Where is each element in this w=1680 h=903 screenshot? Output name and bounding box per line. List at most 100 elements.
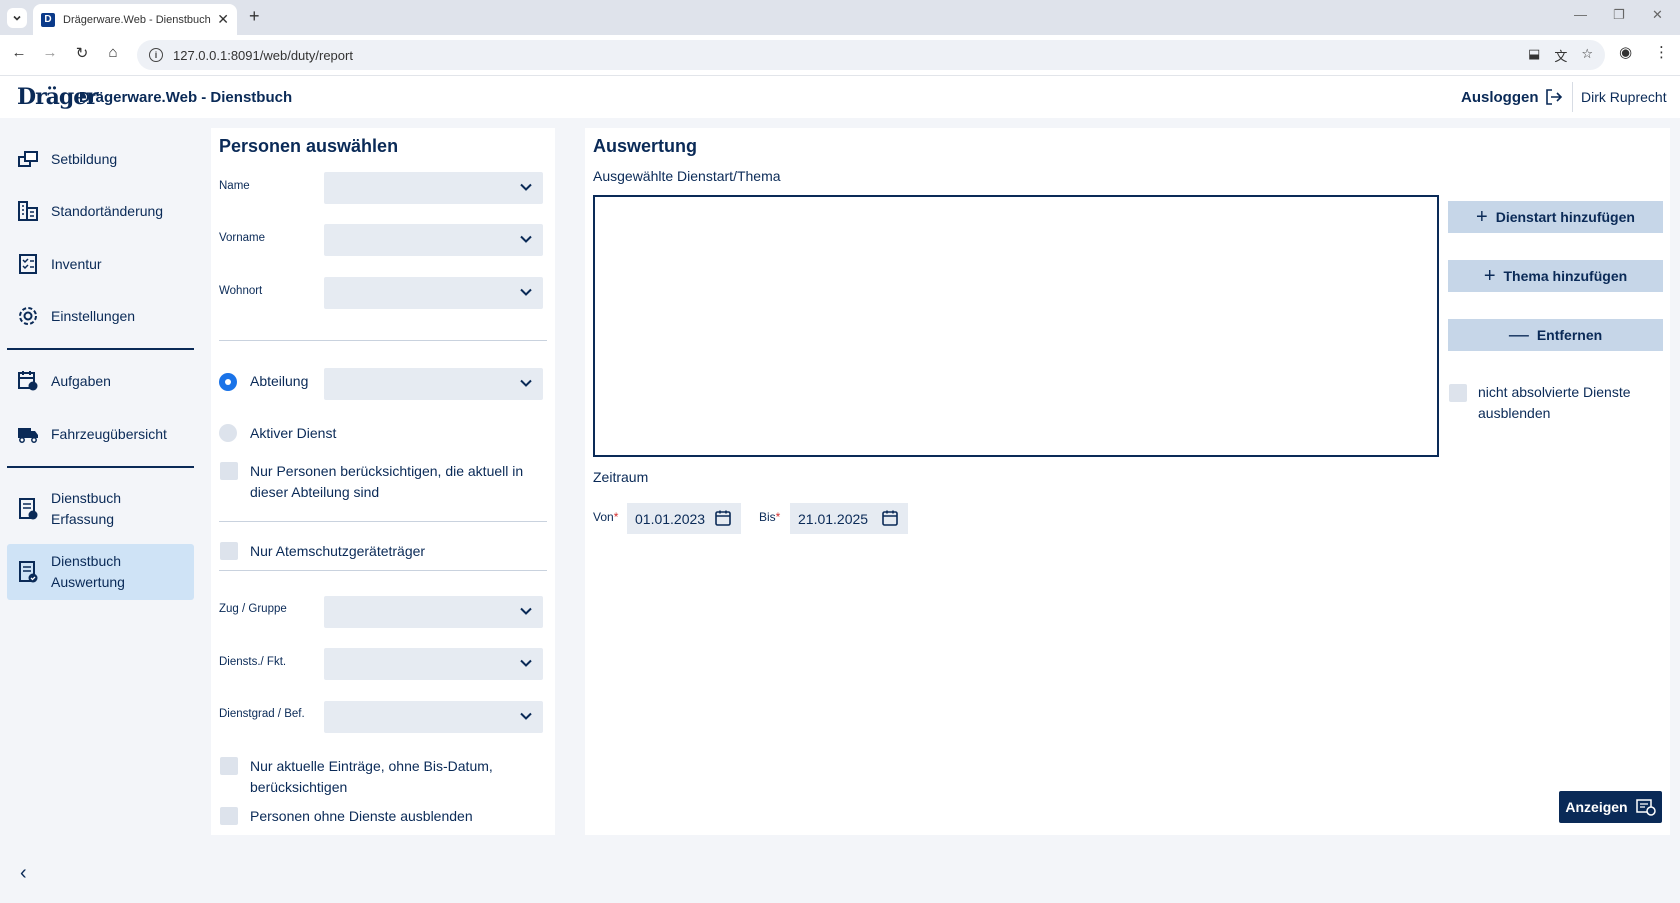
collapse-sidebar-icon[interactable]: ‹ <box>20 862 27 885</box>
chevron-down-icon <box>520 288 532 296</box>
back-icon[interactable]: ← <box>8 44 30 61</box>
calendar-task-icon <box>17 370 39 392</box>
install-app-icon[interactable]: ⬓ <box>1528 46 1540 65</box>
browser-menu-icon[interactable]: ⋮ <box>1654 43 1669 61</box>
bis-date-input[interactable]: 21.01.2025 <box>790 503 908 534</box>
chevron-down-icon <box>520 659 532 667</box>
divider <box>219 521 547 522</box>
sidebar-item-dienstbuch-erfassung[interactable]: Dienstbuch Erfassung <box>7 488 194 530</box>
truck-icon <box>17 423 39 445</box>
aktiver-dienst-radio[interactable] <box>219 424 237 442</box>
von-label: Von* <box>593 510 619 524</box>
vorname-select[interactable] <box>324 224 543 256</box>
selected-types-list[interactable] <box>593 195 1439 457</box>
forward-icon[interactable]: → <box>39 44 61 61</box>
sidebar-item-inventur[interactable]: Inventur <box>7 249 194 279</box>
add-dienstart-label: Dienstart hinzufügen <box>1495 209 1635 225</box>
aktiver-dienst-label: Aktiver Dienst <box>250 425 337 441</box>
von-date-input[interactable]: 01.01.2023 <box>627 503 741 534</box>
tab-search-button[interactable] <box>7 8 27 28</box>
wohnort-select[interactable] <box>324 277 543 309</box>
atemschutz-checkbox[interactable] <box>220 542 238 560</box>
nur-abteilung-label: Nur Personen berücksichtigen, die aktuel… <box>250 463 524 500</box>
show-report-button[interactable]: Anzeigen <box>1559 791 1662 823</box>
sidebar-divider <box>7 348 194 350</box>
url-bar[interactable]: i 127.0.0.1:8091/web/duty/report ⬓ 文 ☆ <box>137 40 1605 70</box>
vorname-label: Vorname <box>219 232 266 244</box>
sidebar-item-standortaenderung[interactable]: Standortänderung <box>7 196 194 226</box>
logout-label: Ausloggen <box>1461 88 1539 106</box>
aktuelle-eintraege-label: Nur aktuelle Einträge, ohne Bis-Datum, b… <box>250 758 493 795</box>
favicon-icon: D <box>41 12 55 27</box>
sidebar-item-label: Dienstbuch Erfassung <box>51 490 122 527</box>
chevron-down-icon <box>520 712 532 720</box>
name-select[interactable] <box>324 172 543 204</box>
chevron-down-icon <box>13 15 21 21</box>
browser-tabbar: D Drägerware.Web - Dienstbuch ✕ + — ❐ ✕ <box>0 0 1680 35</box>
chevron-down-icon <box>520 379 532 387</box>
set-icon <box>17 148 39 170</box>
panel-title: Personen auswählen <box>219 136 399 156</box>
diensts-fkt-select[interactable] <box>324 648 543 680</box>
sidebar-item-setbildung[interactable]: Setbildung <box>7 144 194 174</box>
diensts-fkt-label: Diensts./ Fkt. <box>219 656 287 668</box>
divider <box>219 570 547 571</box>
abteilung-radio[interactable] <box>219 373 237 391</box>
plus-icon: + <box>1483 265 1496 287</box>
profile-icon[interactable]: ◉ <box>1619 43 1632 61</box>
sidebar-item-label: Standortänderung <box>51 203 164 219</box>
bis-date-value: 21.01.2025 <box>798 510 869 527</box>
user-name[interactable]: Dirk Ruprecht <box>1581 89 1667 105</box>
new-tab-icon[interactable]: + <box>249 6 260 27</box>
ohne-dienste-label: Personen ohne Dienste ausblenden <box>250 808 473 824</box>
sidebar: Setbildung Standortänderung Inventur Ein… <box>0 118 200 903</box>
sidebar-item-einstellungen[interactable]: Einstellungen <box>7 301 194 331</box>
add-thema-label: Thema hinzufügen <box>1503 268 1628 284</box>
aktuelle-eintraege-checkbox[interactable] <box>220 757 238 775</box>
home-icon[interactable]: ⌂ <box>102 44 124 61</box>
site-info-icon[interactable]: i <box>149 48 163 62</box>
book-edit-icon <box>17 498 39 520</box>
hide-not-completed-checkbox[interactable] <box>1449 384 1467 402</box>
chevron-down-icon <box>520 235 532 243</box>
gear-icon <box>17 305 39 327</box>
nur-abteilung-checkbox[interactable] <box>220 462 238 480</box>
sidebar-item-dienstbuch-auswertung[interactable]: Dienstbuch Auswertung <box>7 544 194 600</box>
wohnort-label: Wohnort <box>219 285 263 297</box>
sidebar-item-label: Einstellungen <box>51 308 136 324</box>
add-thema-button[interactable]: + Thema hinzufügen <box>1448 260 1663 292</box>
sidebar-divider <box>7 466 194 468</box>
chevron-down-icon <box>520 607 532 615</box>
zug-gruppe-select[interactable] <box>324 596 543 628</box>
minimize-icon[interactable]: — <box>1574 7 1587 22</box>
close-icon[interactable]: ✕ <box>217 11 229 28</box>
dienstgrad-select[interactable] <box>324 701 543 733</box>
remove-button[interactable]: — Entfernen <box>1448 319 1663 351</box>
restore-icon[interactable]: ❐ <box>1613 7 1625 23</box>
calendar-icon[interactable] <box>881 509 899 527</box>
sidebar-item-label: Setbildung <box>51 151 118 167</box>
header-divider <box>1572 82 1573 112</box>
logout-icon <box>1545 89 1562 105</box>
logout-button[interactable]: Ausloggen <box>1461 88 1563 106</box>
sidebar-item-aufgaben[interactable]: Aufgaben <box>7 366 194 396</box>
book-check-icon <box>17 561 39 583</box>
browser-tab[interactable]: D Drägerware.Web - Dienstbuch ✕ <box>33 4 237 35</box>
bookmark-star-icon[interactable]: ☆ <box>1581 46 1593 65</box>
calendar-icon[interactable] <box>714 509 732 527</box>
browser-addressbar: ← → ↻ ⌂ i 127.0.0.1:8091/web/duty/report… <box>0 35 1680 76</box>
dienstgrad-label: Dienstgrad / Bef. <box>219 708 305 720</box>
person-selection-panel: Personen auswählen Name Vorname Wohnort … <box>211 128 555 835</box>
window-close-icon[interactable]: ✕ <box>1652 7 1663 23</box>
minus-icon: — <box>1508 324 1529 346</box>
bis-label: Bis* <box>759 510 781 524</box>
sidebar-item-label: Fahrzeugübersicht <box>51 426 167 442</box>
ohne-dienste-checkbox[interactable] <box>220 807 238 825</box>
sidebar-item-fahrzeuguebersicht[interactable]: Fahrzeugübersicht <box>7 419 194 449</box>
translate-icon[interactable]: 文 <box>1554 46 1567 65</box>
add-dienstart-button[interactable]: + Dienstart hinzufügen <box>1448 201 1663 233</box>
abteilung-select[interactable] <box>324 368 543 400</box>
reload-icon[interactable]: ↻ <box>71 44 93 62</box>
plus-icon: + <box>1476 206 1488 228</box>
divider <box>219 340 547 341</box>
